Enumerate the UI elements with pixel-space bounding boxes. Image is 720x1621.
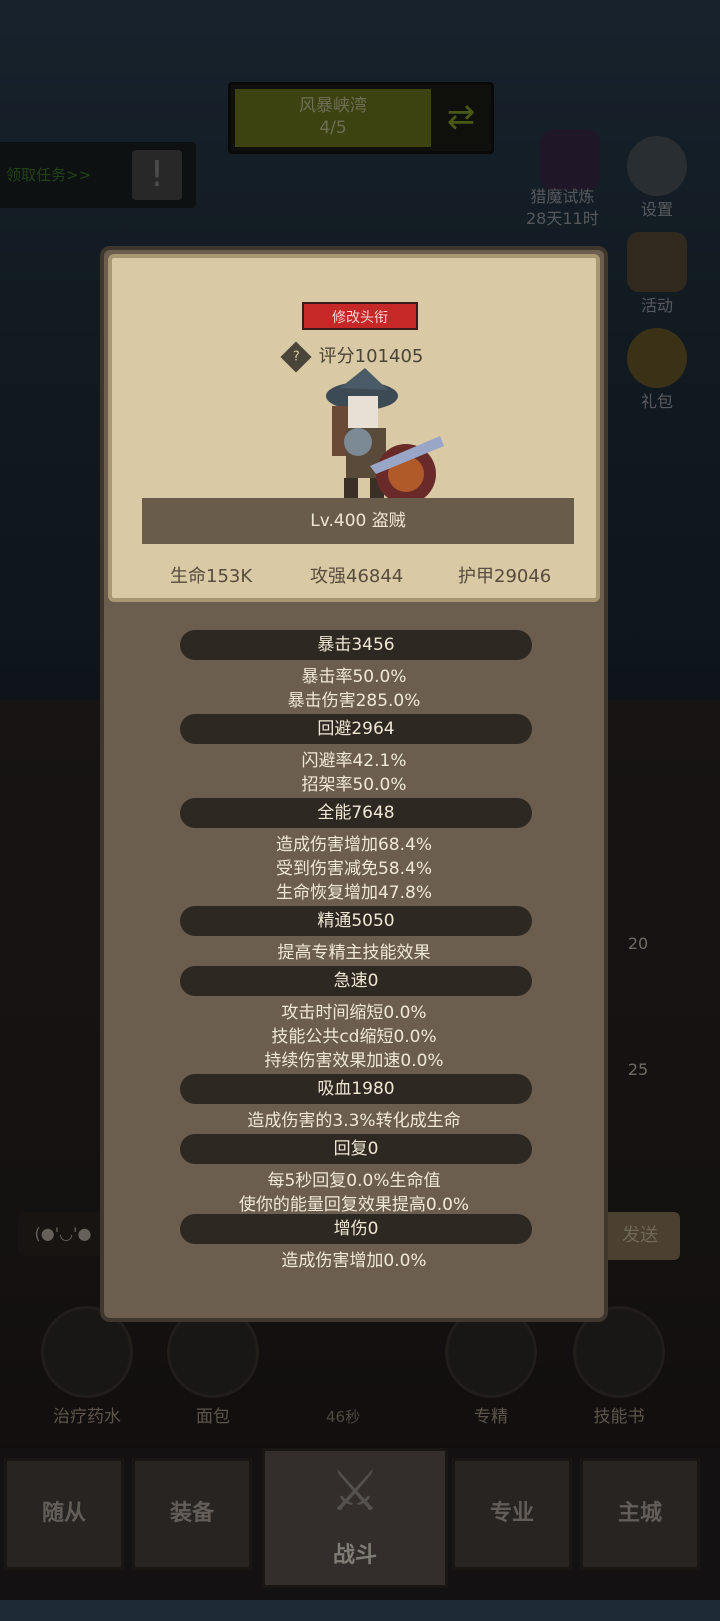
stat-detail: 造成伤害增加68.4% bbox=[275, 835, 432, 855]
character-stats-modal: 修改头衔 ? 评分101405 Lv.400 盗贼 生命153K 攻强46844 … bbox=[100, 246, 608, 1322]
section-header-mastery: 精通5050 bbox=[180, 906, 532, 936]
level-class-bar: Lv.400 盗贼 bbox=[142, 498, 574, 544]
stat-detail: 造成伤害的3.3%转化成生命 bbox=[247, 1111, 461, 1131]
stat-detail: 技能公共cd缩短0.0% bbox=[271, 1027, 437, 1047]
score-row: ? 评分101405 bbox=[112, 341, 596, 373]
stat-detail: 持续伤害效果加速0.0% bbox=[264, 1051, 444, 1071]
rogue-character-portrait bbox=[326, 368, 444, 504]
stat-detail: 暴击率50.0% bbox=[301, 667, 407, 687]
stat-detail: 造成伤害增加0.0% bbox=[281, 1251, 427, 1271]
section-header-regen: 回复0 bbox=[180, 1134, 532, 1164]
section-header-versatility: 全能7648 bbox=[180, 798, 532, 828]
armor-stat: 护甲29046 bbox=[458, 566, 552, 587]
hp-stat: 生命153K bbox=[170, 566, 253, 587]
stat-detail: 闪避率42.1% bbox=[301, 751, 407, 771]
stat-detail: 使你的能量回复效果提高0.0% bbox=[238, 1195, 470, 1215]
stat-detail: 暴击伤害285.0% bbox=[287, 691, 421, 711]
change-title-button[interactable]: 修改头衔 bbox=[302, 302, 418, 330]
section-header-haste: 急速0 bbox=[180, 966, 532, 996]
attack-stat: 攻强46844 bbox=[310, 566, 404, 587]
character-header-panel: 修改头衔 ? 评分101405 Lv.400 盗贼 生命153K 攻强46844 … bbox=[108, 254, 600, 602]
section-header-crit: 暴击3456 bbox=[180, 630, 532, 660]
stat-detail: 攻击时间缩短0.0% bbox=[281, 1003, 427, 1023]
stat-detail: 提高专精主技能效果 bbox=[277, 943, 431, 963]
tabbar-dim bbox=[0, 1448, 720, 1600]
stat-detail: 招架率50.0% bbox=[301, 775, 407, 795]
stat-detail: 受到伤害减免58.4% bbox=[275, 859, 432, 879]
stat-detail: 每5秒回复0.0%生命值 bbox=[267, 1171, 441, 1191]
section-header-dodge: 回避2964 bbox=[180, 714, 532, 744]
question-icon[interactable]: ? bbox=[280, 341, 312, 373]
section-header-lifesteal: 吸血1980 bbox=[180, 1074, 532, 1104]
stat-detail: 生命恢复增加47.8% bbox=[275, 883, 432, 903]
score-value: 评分101405 bbox=[318, 346, 424, 367]
section-header-damage-bonus: 增伤0 bbox=[180, 1214, 532, 1244]
